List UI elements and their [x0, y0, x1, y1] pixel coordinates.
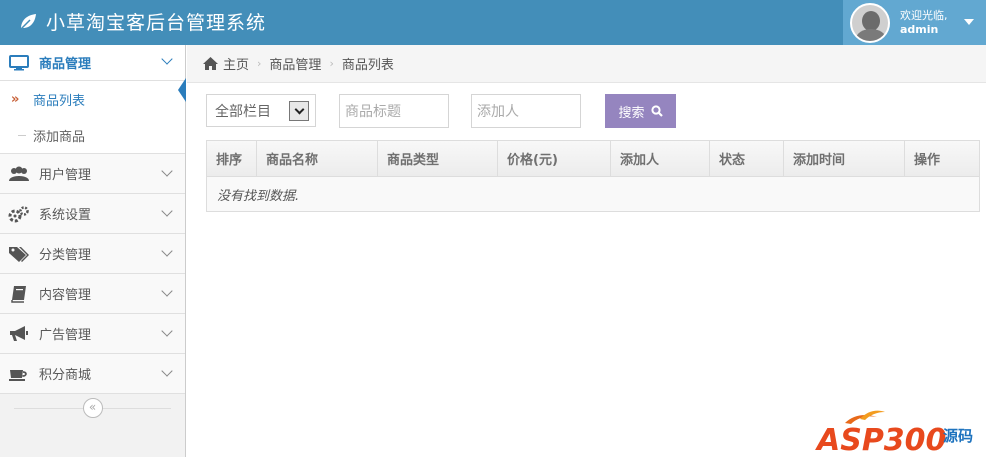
- sidebar-item-user-management[interactable]: 用户管理: [0, 154, 185, 194]
- column-header-sort[interactable]: 排序: [207, 141, 257, 176]
- sidebar: 商品管理 » 商品列表 添加商品 用户管理 系统设置 分类管理 内容管理 广告管…: [0, 45, 186, 457]
- welcome-text: 欢迎光临,: [900, 8, 948, 22]
- adder-input[interactable]: 添加人: [471, 94, 581, 128]
- chevron-down-icon: [161, 165, 173, 177]
- chevron-down-icon: [161, 205, 173, 217]
- gears-icon: [8, 205, 30, 223]
- sidebar-item-content-management[interactable]: 内容管理: [0, 274, 185, 314]
- sidebar-item-category-management[interactable]: 分类管理: [0, 234, 185, 274]
- watermark-brand: ASP300: [815, 423, 946, 457]
- column-header-time[interactable]: 添加时间: [784, 141, 905, 176]
- product-table: 排序 商品名称 商品类型 价格(元) 添加人 状态 添加时间 操作 没有找到数据…: [206, 140, 980, 212]
- column-header-actions: 操作: [914, 153, 941, 168]
- desktop-icon: [8, 54, 30, 72]
- sidebar-item-label: 内容管理: [39, 288, 92, 303]
- breadcrumb-product-list: 商品列表: [341, 58, 394, 73]
- caret-down-icon: [964, 19, 974, 25]
- chevron-right-icon: ›: [257, 57, 262, 70]
- column-header-status[interactable]: 状态: [710, 141, 784, 176]
- bullhorn-icon: [8, 325, 30, 343]
- double-angle-right-icon: »: [11, 91, 20, 107]
- column-header-type[interactable]: 商品类型: [378, 141, 498, 176]
- app-title: 小草淘宝客后台管理系统: [46, 12, 267, 34]
- product-title-placeholder: 商品标题: [345, 104, 401, 120]
- top-navbar: 小草淘宝客后台管理系统 欢迎光临, admin: [0, 0, 986, 45]
- chevron-down-icon[interactable]: [289, 101, 309, 121]
- sidebar-item-label: 分类管理: [39, 248, 92, 263]
- subitem-label: 添加商品: [33, 129, 86, 145]
- sidebar-collapse: «: [0, 394, 185, 422]
- column-header-price[interactable]: 价格(元): [498, 141, 611, 176]
- collapse-sidebar-button[interactable]: «: [82, 398, 103, 418]
- sidebar-item-label: 积分商城: [39, 368, 92, 383]
- breadcrumb: 主页 › 商品管理 › 商品列表: [187, 45, 986, 83]
- sidebar-item-label: 商品管理: [39, 57, 92, 72]
- username: admin: [900, 22, 939, 36]
- user-menu[interactable]: 欢迎光临, admin: [843, 0, 986, 45]
- sidebar-subitem-add-product[interactable]: 添加商品: [0, 117, 185, 153]
- active-indicator: [178, 78, 186, 102]
- search-icon: [650, 105, 663, 117]
- leaf-icon: [20, 13, 36, 30]
- sidebar-item-points-mall[interactable]: 积分商城: [0, 354, 185, 394]
- search-button[interactable]: 搜索: [605, 94, 676, 128]
- sidebar-item-system-settings[interactable]: 系统设置: [0, 194, 185, 234]
- brand[interactable]: 小草淘宝客后台管理系统: [18, 8, 266, 35]
- avatar: [850, 2, 890, 43]
- sidebar-item-label: 广告管理: [39, 328, 92, 343]
- breadcrumb-home[interactable]: 主页: [223, 54, 249, 73]
- watermark-suffix: 源码: [943, 427, 973, 445]
- dash-icon: [18, 135, 26, 136]
- chevron-down-icon: [161, 285, 173, 297]
- chevron-down-icon: [161, 53, 173, 65]
- empty-row: 没有找到数据.: [207, 177, 979, 211]
- chevron-down-icon: [161, 245, 173, 257]
- chevron-down-icon: [161, 325, 173, 337]
- table-header: 排序 商品名称 商品类型 价格(元) 添加人 状态 添加时间 操作: [207, 141, 979, 177]
- subitem-label: 商品列表: [33, 93, 86, 109]
- sidebar-item-label: 用户管理: [39, 168, 92, 183]
- column-header-name[interactable]: 商品名称: [257, 141, 378, 176]
- search-button-label: 搜索: [618, 105, 645, 121]
- coffee-icon: [8, 365, 30, 383]
- product-title-input[interactable]: 商品标题: [339, 94, 449, 128]
- breadcrumb-product-management[interactable]: 商品管理: [269, 54, 321, 73]
- column-header-adder[interactable]: 添加人: [611, 141, 710, 176]
- sidebar-item-label: 系统设置: [39, 208, 92, 223]
- sidebar-item-ad-management[interactable]: 广告管理: [0, 314, 185, 354]
- sidebar-subitem-product-list[interactable]: » 商品列表: [0, 81, 185, 117]
- empty-message: 没有找到数据.: [217, 188, 300, 204]
- category-select-value: 全部栏目: [215, 103, 271, 120]
- home-icon: [203, 57, 218, 70]
- book-icon: [8, 285, 30, 303]
- users-icon: [8, 165, 30, 183]
- tags-icon: [8, 245, 30, 263]
- chevron-right-icon: ›: [329, 57, 334, 70]
- category-select[interactable]: 全部栏目: [206, 94, 316, 127]
- adder-placeholder: 添加人: [477, 104, 519, 120]
- sidebar-item-product-management[interactable]: 商品管理: [0, 45, 185, 81]
- asp300-watermark: ASP300 源码: [815, 405, 985, 457]
- chevron-down-icon: [161, 365, 173, 377]
- submenu-product: » 商品列表 添加商品: [0, 78, 186, 154]
